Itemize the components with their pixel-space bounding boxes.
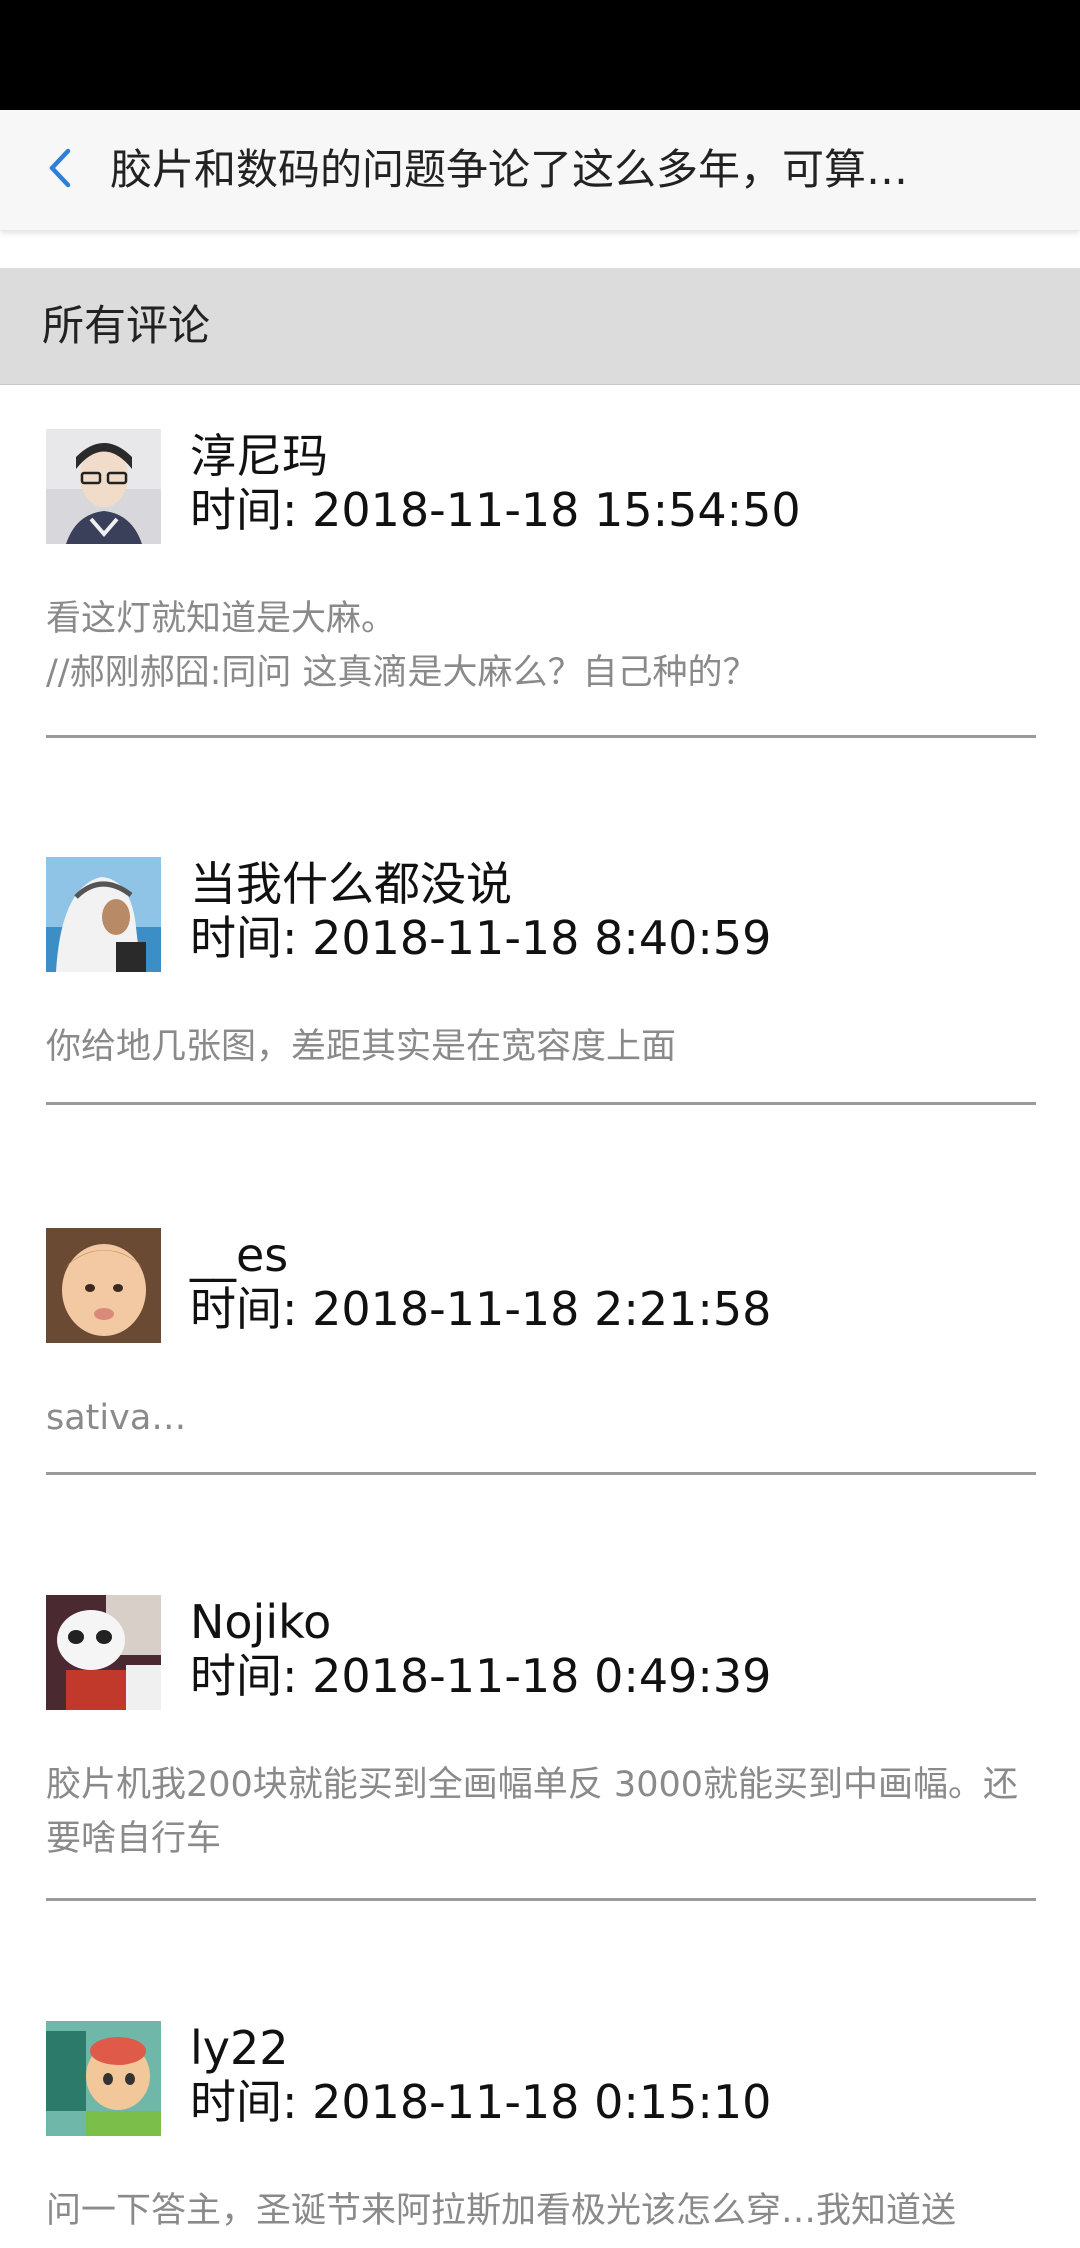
divider: [46, 735, 1036, 738]
divider: [46, 1472, 1036, 1475]
comment-username: Nojiko: [190, 1595, 332, 1649]
comment-time: 时间: 2018-11-18 8:40:59: [190, 911, 772, 965]
chevron-left-icon: [40, 143, 80, 197]
comment-username: ly22: [190, 2021, 289, 2075]
section-header: 所有评论: [0, 268, 1080, 385]
avatar[interactable]: [46, 429, 161, 544]
avatar[interactable]: [46, 1228, 161, 1343]
section-title: 所有评论: [42, 301, 211, 350]
comment-time: 时间: 2018-11-18 0:49:39: [190, 1649, 772, 1703]
comment-time: 时间: 2018-11-18 2:21:58: [190, 1282, 772, 1336]
comment-text: 你给地几张图，差距其实是在宽容度上面: [46, 1027, 677, 1067]
page-title: 胶片和数码的问题争论了这么多年，可算…: [110, 145, 909, 194]
divider: [46, 1102, 1036, 1105]
comment-text: sativa…: [46, 1398, 187, 1438]
comment-text: 看这灯就知道是大麻。 //郝刚郝囧:同问 这真滴是大麻么？自己种的？: [46, 599, 758, 693]
comment-text: 胶片机我200块就能买到全画幅单反 3000就能买到中画幅。还要啥自行车: [46, 1765, 1019, 1859]
comment-time: 时间: 2018-11-18 15:54:50: [190, 483, 801, 537]
avatar[interactable]: [46, 857, 161, 972]
top-toolbar: 胶片和数码的问题争论了这么多年，可算…: [0, 110, 1080, 230]
comment-username: 当我什么都没说: [190, 857, 512, 911]
divider: [46, 1898, 1036, 1901]
comment-time: 时间: 2018-11-18 0:15:10: [190, 2075, 772, 2129]
status-bar: [0, 0, 1080, 110]
avatar[interactable]: [46, 1595, 161, 1710]
comment-text: 问一下答主，圣诞节来阿拉斯加看极光该怎么穿…我知道送: [46, 2191, 957, 2231]
comment-username: 淳尼玛: [190, 429, 328, 483]
back-button[interactable]: [30, 130, 90, 210]
comment-username: __es: [190, 1228, 289, 1282]
avatar[interactable]: [46, 2021, 161, 2136]
